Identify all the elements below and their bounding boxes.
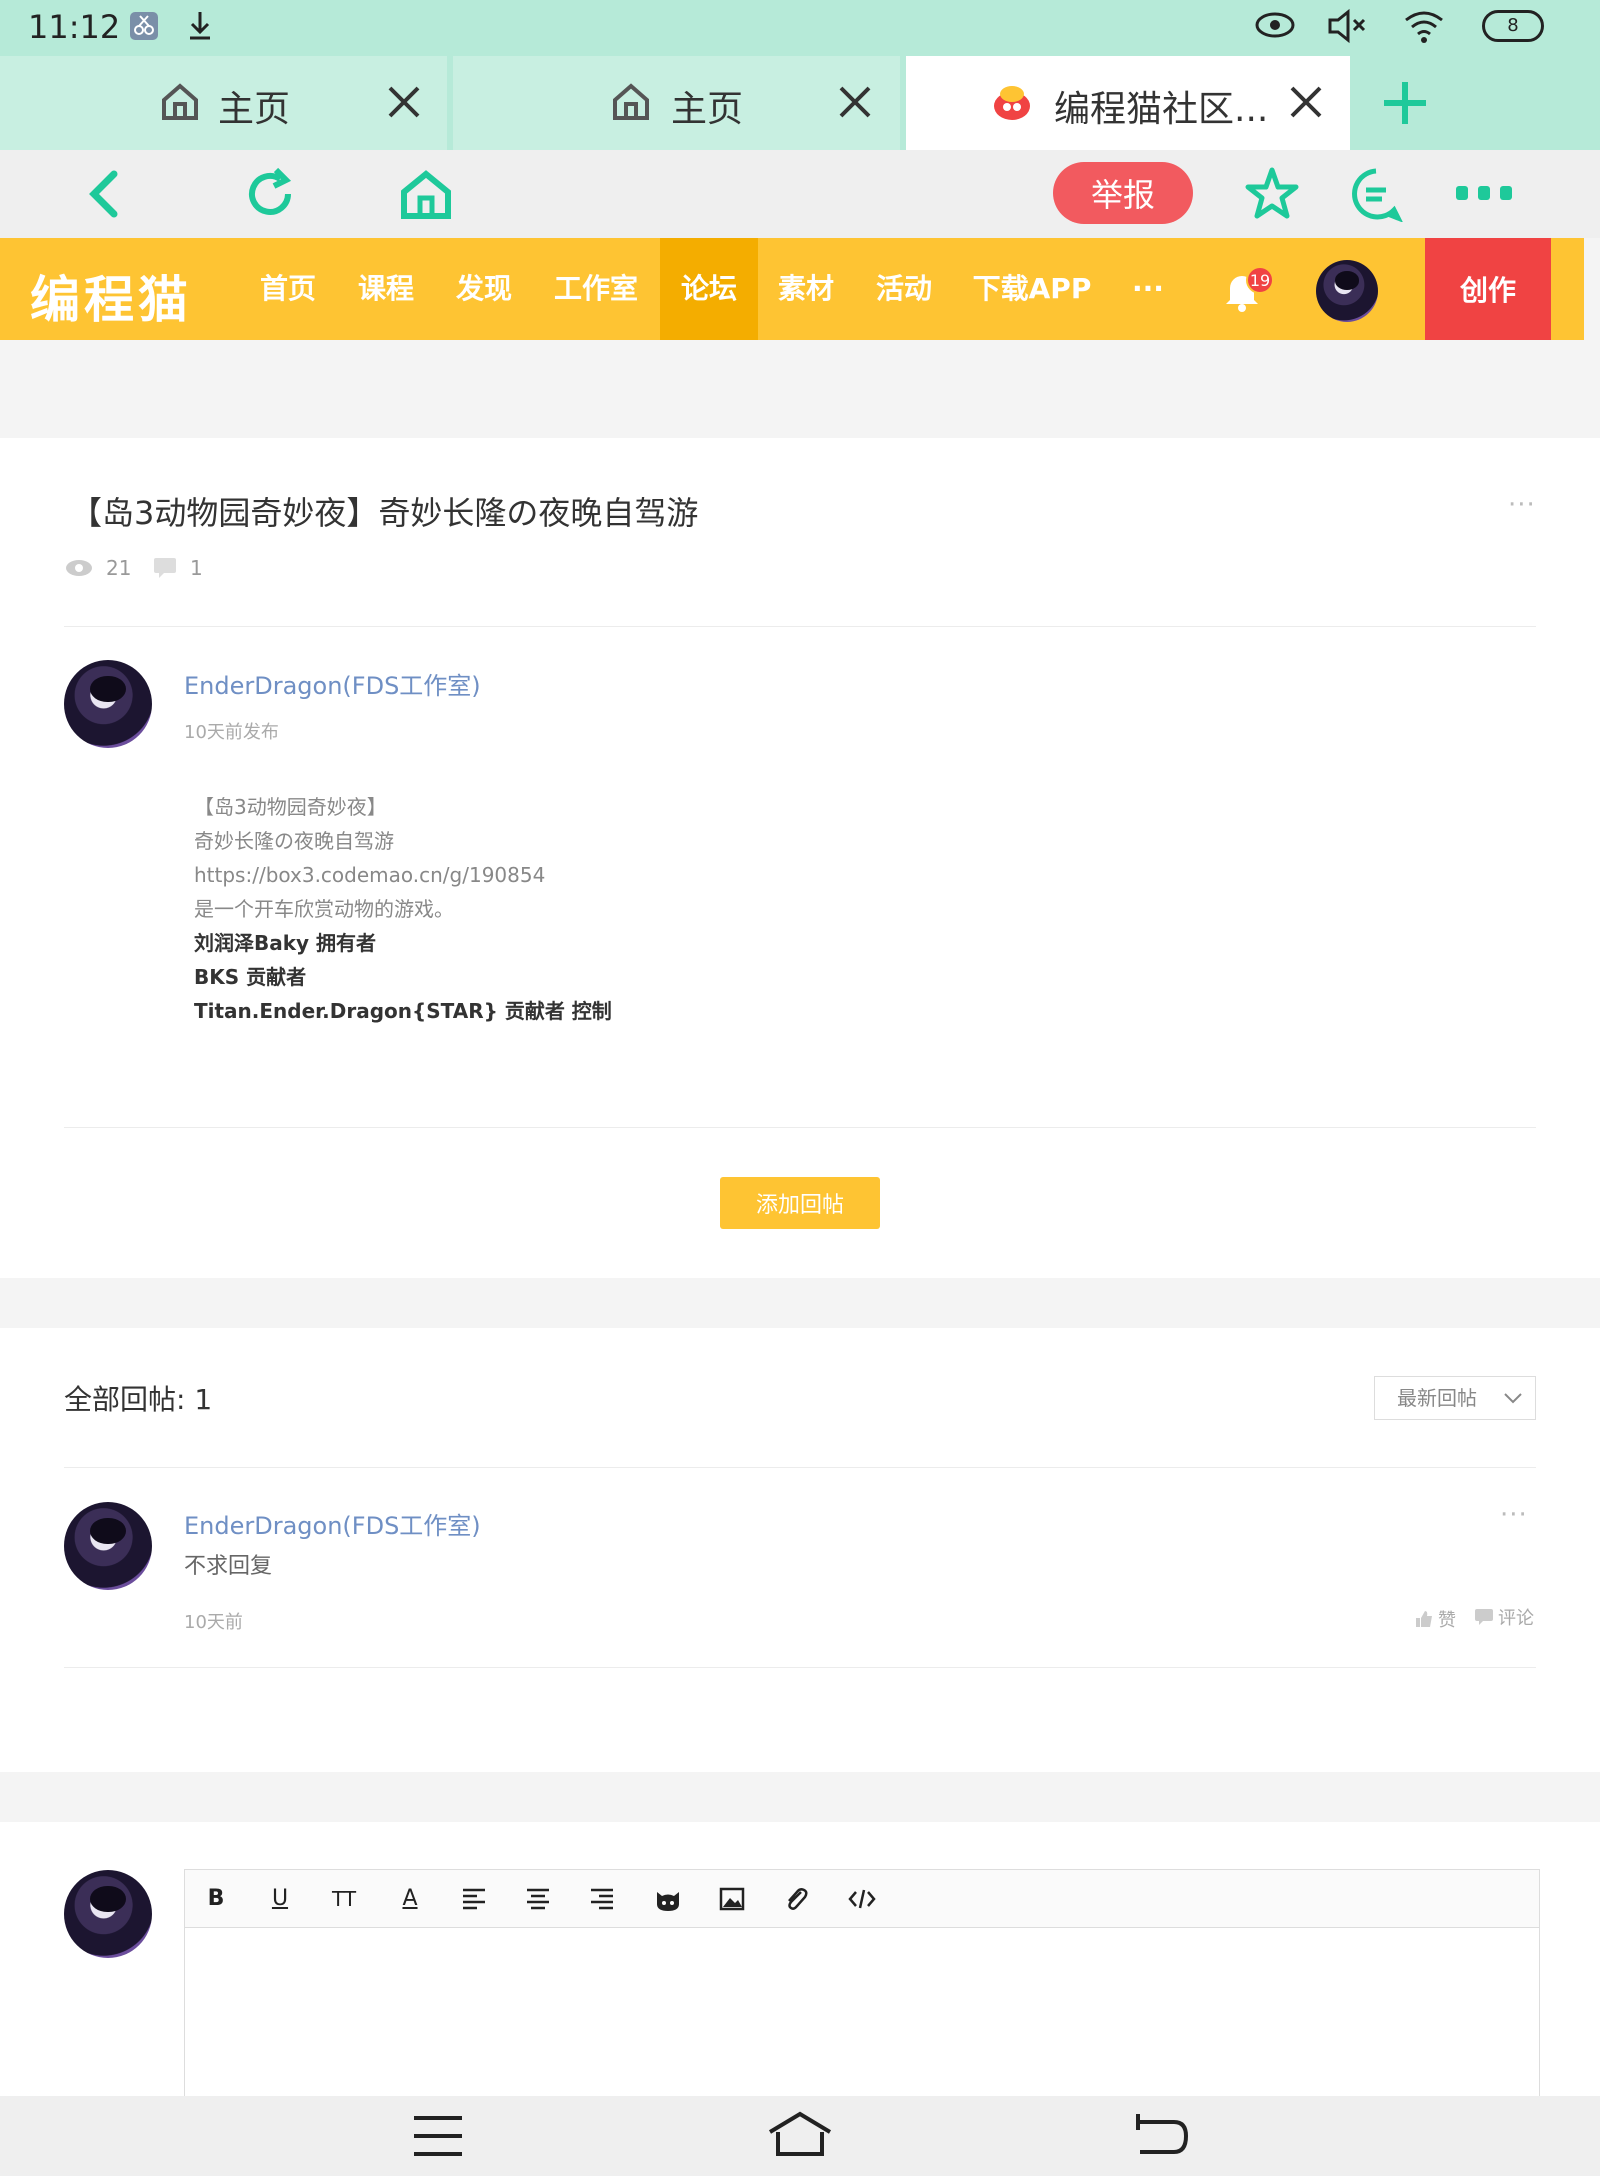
comment-icon [1475,1609,1493,1625]
sort-dropdown[interactable]: 最新回帖 [1374,1376,1536,1420]
view-count: 21 [106,556,132,580]
download-icon [190,12,210,40]
reply-text: 不求回复 [184,1554,273,1579]
tab-close-icon[interactable] [384,82,424,122]
current-user-avatar [64,1870,152,1958]
user-avatar[interactable] [1316,260,1378,322]
back-nav-icon[interactable] [1134,2112,1190,2160]
nav-item-courses[interactable]: 课程 [342,238,430,340]
notification-badge: 19 [1246,266,1274,294]
nav-item-forum[interactable]: 论坛 [660,238,758,340]
nav-item-home[interactable]: 首页 [244,238,332,340]
browser-tab-3[interactable]: 编程猫社区... [906,56,1350,150]
attachment-icon[interactable] [781,1884,811,1914]
content-line: 奇妙长隆の夜晚自驾游 [194,829,394,853]
post-time: 10天前发布 [184,722,279,743]
browser-toolbar: 举报 [0,150,1600,238]
tab-label: 主页 [671,89,744,130]
chevron-down-icon [1504,1393,1522,1404]
site-nav-bar: 编程猫 首页 课程 发现 工作室 论坛 素材 活动 下载APP ··· 创作 [0,238,1584,340]
back-icon[interactable] [86,168,122,220]
comment-label: 评论 [1498,1608,1534,1629]
screenshot-app-icon [130,12,158,40]
reply-editor[interactable]: B U TT A [184,1869,1540,2129]
home-icon [613,83,649,120]
menu-icon[interactable] [412,2114,464,2158]
tab-label: 编程猫社区... [1054,89,1269,130]
post-content: 【岛3动物园奇妙夜】 奇妙长隆の夜晚自驾游 https://box3.codem… [194,790,612,1028]
align-right-icon[interactable] [587,1884,617,1914]
sort-label: 最新回帖 [1397,1386,1477,1410]
emoji-cat-icon[interactable] [653,1884,683,1914]
add-reply-button[interactable]: 添加回帖 [720,1177,880,1229]
more-icon[interactable] [1454,184,1514,204]
post-more-icon[interactable]: ··· [1508,490,1536,520]
bold-icon[interactable]: B [201,1884,231,1914]
comment-icon[interactable] [1348,166,1404,222]
reply-more-icon[interactable]: ··· [1500,1500,1528,1530]
tab-label: 主页 [218,89,291,130]
eye-icon [1255,12,1295,38]
editor-toolbar: B U TT A [185,1870,1539,1928]
font-color-icon[interactable]: A [395,1884,425,1914]
comment-button[interactable]: 评论 [1474,1604,1534,1630]
content-line: 【岛3动物园奇妙夜】 [194,795,387,819]
browser-tab-1[interactable]: 主页 [0,56,447,150]
nav-item-discover[interactable]: 发现 [440,238,528,340]
codemao-logo-icon [994,86,1030,120]
comment-count-icon [154,558,176,578]
content-line: 是一个开车欣赏动物的游戏。 [194,897,454,921]
nav-item-download-app[interactable]: 下载APP [962,238,1102,340]
nav-item-studio[interactable]: 工作室 [540,238,652,340]
underline-icon[interactable]: U [265,1884,295,1914]
star-icon[interactable] [1244,166,1300,222]
like-label: 赞 [1438,1610,1456,1631]
home-icon[interactable] [398,168,454,220]
thumbs-up-icon [1416,1611,1432,1627]
new-tab-icon[interactable] [1380,78,1430,128]
divider [64,1467,1536,1468]
replies-header: 全部回帖: 1 [64,1383,213,1416]
reply-time: 10天前 [184,1612,243,1633]
like-button[interactable]: 赞 [1414,1606,1456,1632]
image-icon[interactable] [717,1884,747,1914]
post-title: 【岛3动物园奇妙夜】奇妙长隆の夜晚自驾游 [70,494,699,532]
views-eye-icon [66,560,92,576]
reload-icon[interactable] [242,166,298,222]
code-icon[interactable] [847,1884,877,1914]
reply-author[interactable]: EnderDragon(FDS工作室) [184,1506,481,1541]
content-link[interactable]: https://box3.codemao.cn/g/190854 [194,858,612,892]
tab-close-icon[interactable] [835,82,875,122]
align-left-icon[interactable] [459,1884,489,1914]
nav-item-materials[interactable]: 素材 [762,238,850,340]
author-avatar[interactable] [64,660,152,748]
home-icon [162,83,198,120]
content-credit: BKS 贡献者 [194,965,307,989]
create-button[interactable]: 创作 [1425,238,1551,340]
wifi-icon [1405,11,1443,43]
status-time: 11:12 [28,8,121,46]
divider [64,1667,1536,1668]
report-button[interactable]: 举报 [1053,162,1193,224]
nav-item-more[interactable]: ··· [1120,238,1176,340]
tab-close-icon[interactable] [1286,82,1326,122]
site-logo[interactable]: 编程猫 [30,260,192,332]
battery-icon: 8 [1482,10,1544,42]
nav-item-activities[interactable]: 活动 [860,238,948,340]
status-bar: 11:12 8 [0,0,1600,56]
font-size-icon[interactable]: TT [329,1884,359,1914]
content-credit: 刘润泽Baky 拥有者 [194,931,377,955]
divider [64,1127,1536,1128]
align-center-icon[interactable] [523,1884,553,1914]
divider [64,626,1536,627]
reply-author-avatar[interactable] [64,1502,152,1590]
browser-tab-2[interactable]: 主页 [453,56,900,150]
home-nav-icon[interactable] [766,2110,834,2158]
browser-tab-bar: 主页 主页 编程猫社区... [0,56,1600,150]
content-credit: Titan.Ender.Dragon{STAR} 贡献者 控制 [194,999,612,1023]
mute-icon [1328,8,1366,44]
comment-count: 1 [190,556,203,580]
system-nav-bar [0,2096,1600,2176]
post-author[interactable]: EnderDragon(FDS工作室) [184,666,481,701]
